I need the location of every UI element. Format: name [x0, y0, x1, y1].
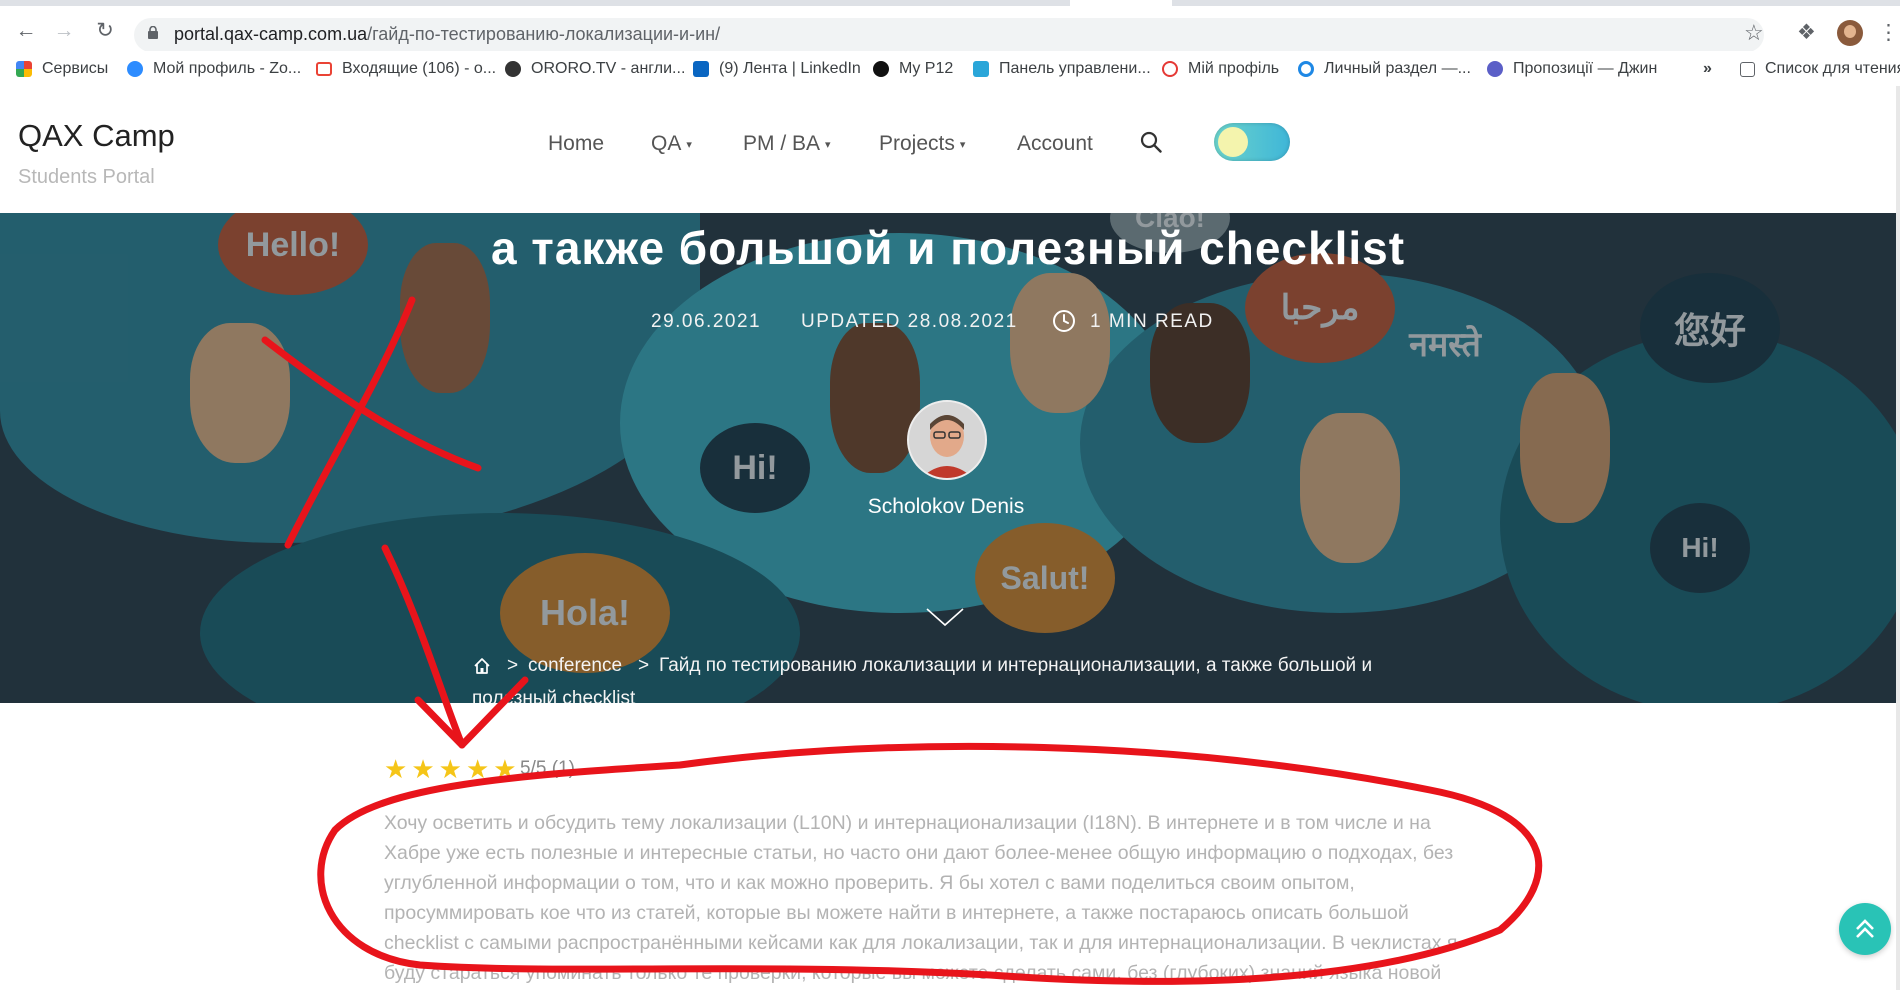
reading-list-button[interactable]: Список для чтения [1740, 58, 1900, 80]
bookmark-item[interactable]: ORORO.TV - англи... [505, 58, 685, 80]
bookmark-item[interactable]: Мой профиль - Zo... [127, 58, 301, 80]
personal-section-icon [1298, 61, 1314, 77]
publish-date: 29.06.2021 [651, 311, 762, 332]
breadcrumb-separator: > [638, 655, 650, 676]
breadcrumb-separator: > [507, 655, 519, 676]
reload-icon[interactable]: ↻ [92, 18, 118, 44]
bookmark-item[interactable]: Пропозиції — Джин [1487, 58, 1657, 80]
bookmark-item[interactable]: Сервисы [16, 58, 108, 80]
nav-home[interactable]: Home [548, 132, 604, 156]
nav-account[interactable]: Account [1017, 132, 1093, 156]
toggle-knob [1218, 127, 1248, 157]
home-icon[interactable] [472, 656, 492, 676]
bookmark-star-icon[interactable]: ☆ [1744, 20, 1764, 46]
breadcrumb-current-continued: полезный checklist [472, 688, 636, 703]
search-icon[interactable] [1140, 131, 1162, 153]
clock-icon [1053, 310, 1075, 332]
scroll-down-chevron-icon[interactable] [925, 605, 965, 629]
updated-date: UPDATED 28.08.2021 [801, 311, 1018, 332]
site-header: QAX Camp Students Portal Home QA ▾ PM / B… [0, 86, 1896, 213]
site-logo[interactable]: QAX Camp [18, 118, 175, 154]
theme-toggle[interactable] [1214, 123, 1290, 161]
article-intro: Хочу осветить и обсудить тему локализаци… [384, 808, 1504, 988]
p12-icon [873, 61, 889, 77]
profile-r-icon [1162, 61, 1178, 77]
gmail-icon [316, 62, 332, 76]
article-line: просуммировать кое что из статей, которы… [384, 902, 1409, 924]
breadcrumb-category[interactable]: conference [528, 655, 622, 677]
star-icon[interactable]: ★ [439, 756, 462, 782]
page-scrollbar[interactable] [1896, 86, 1900, 990]
chevron-down-icon: ▾ [686, 138, 692, 151]
star-icon[interactable]: ★ [466, 756, 489, 782]
forward-icon[interactable]: → [51, 18, 77, 44]
back-icon[interactable]: ← [13, 18, 39, 44]
star-icon[interactable]: ★ [493, 756, 516, 782]
bookmark-item[interactable]: My P12 [873, 58, 953, 80]
star-icon[interactable]: ★ [384, 756, 407, 782]
chevron-down-icon: ▾ [825, 138, 831, 151]
bookmark-item[interactable]: (9) Лента | LinkedIn [693, 58, 861, 80]
author-photo [909, 402, 985, 478]
read-time: 1 MIN READ [1090, 311, 1214, 332]
zoom-icon [127, 61, 143, 77]
star-rating[interactable]: ★ ★ ★ ★ ★ [384, 756, 517, 782]
bookmark-item[interactable]: Панель управлени... [973, 58, 1151, 80]
article-line: углубленной информации о том, что и как … [384, 872, 1355, 894]
dashboard-icon [973, 61, 989, 77]
bookmark-item[interactable]: Мій профіль [1162, 58, 1279, 80]
bookmarks-bar: Сервисы Мой профиль - Zo... Входящие (10… [0, 51, 1900, 87]
article-line: Хочу осветить и обсудить тему локализаци… [384, 812, 1431, 834]
double-chevron-up-icon [1856, 919, 1874, 938]
article-title: а также большой и полезный checklist [490, 222, 1406, 274]
chevron-down-icon: ▾ [959, 138, 966, 151]
more-bookmarks-button[interactable]: » [1703, 58, 1712, 80]
article-line: Хабре уже есть полезные и интересные ста… [384, 842, 1454, 864]
bookmark-item[interactable]: Личный раздел —... [1298, 58, 1471, 80]
article-line: checklist с самыми распространёнными кей… [384, 932, 1458, 954]
author-avatar[interactable] [907, 400, 987, 480]
apps-grid-icon [16, 61, 32, 77]
linkedin-icon [693, 61, 709, 77]
rating-text: 5/5 (1) [520, 758, 575, 779]
ororo-icon [505, 61, 521, 77]
menu-kebab-icon[interactable]: ⋮ [1878, 20, 1899, 45]
extensions-icon[interactable]: ❖ [1797, 20, 1816, 45]
profile-avatar[interactable] [1837, 20, 1863, 46]
author-name[interactable]: Scholokov Denis [0, 495, 1892, 519]
nav-projects[interactable]: Projects ▾ [879, 132, 965, 156]
url-text[interactable]: portal.qax-camp.com.ua/гайд-по-тестирова… [174, 24, 720, 45]
browser-toolbar: ← → ↻ portal.qax-camp.com.ua/гайд-по-тес… [0, 6, 1900, 52]
lock-icon [148, 26, 158, 39]
article-line: буду стараться упоминать только те прове… [384, 962, 1442, 984]
site-tagline: Students Portal [18, 166, 155, 188]
djinni-icon [1487, 61, 1503, 77]
bookmark-item[interactable]: Входящие (106) - о... [316, 58, 496, 80]
back-to-top-button[interactable] [1839, 903, 1891, 955]
star-icon[interactable]: ★ [411, 756, 434, 782]
hero-banner: Hello! Hi! Hola! Salut! مرحبا नमस्ते 您好 … [0, 213, 1896, 703]
nav-qa[interactable]: QA ▾ [651, 132, 692, 156]
reading-list-icon [1740, 61, 1755, 77]
breadcrumb-current: Гайд по тестированию локализации и интер… [659, 655, 1373, 676]
nav-pm-ba[interactable]: PM / BA ▾ [743, 132, 831, 156]
